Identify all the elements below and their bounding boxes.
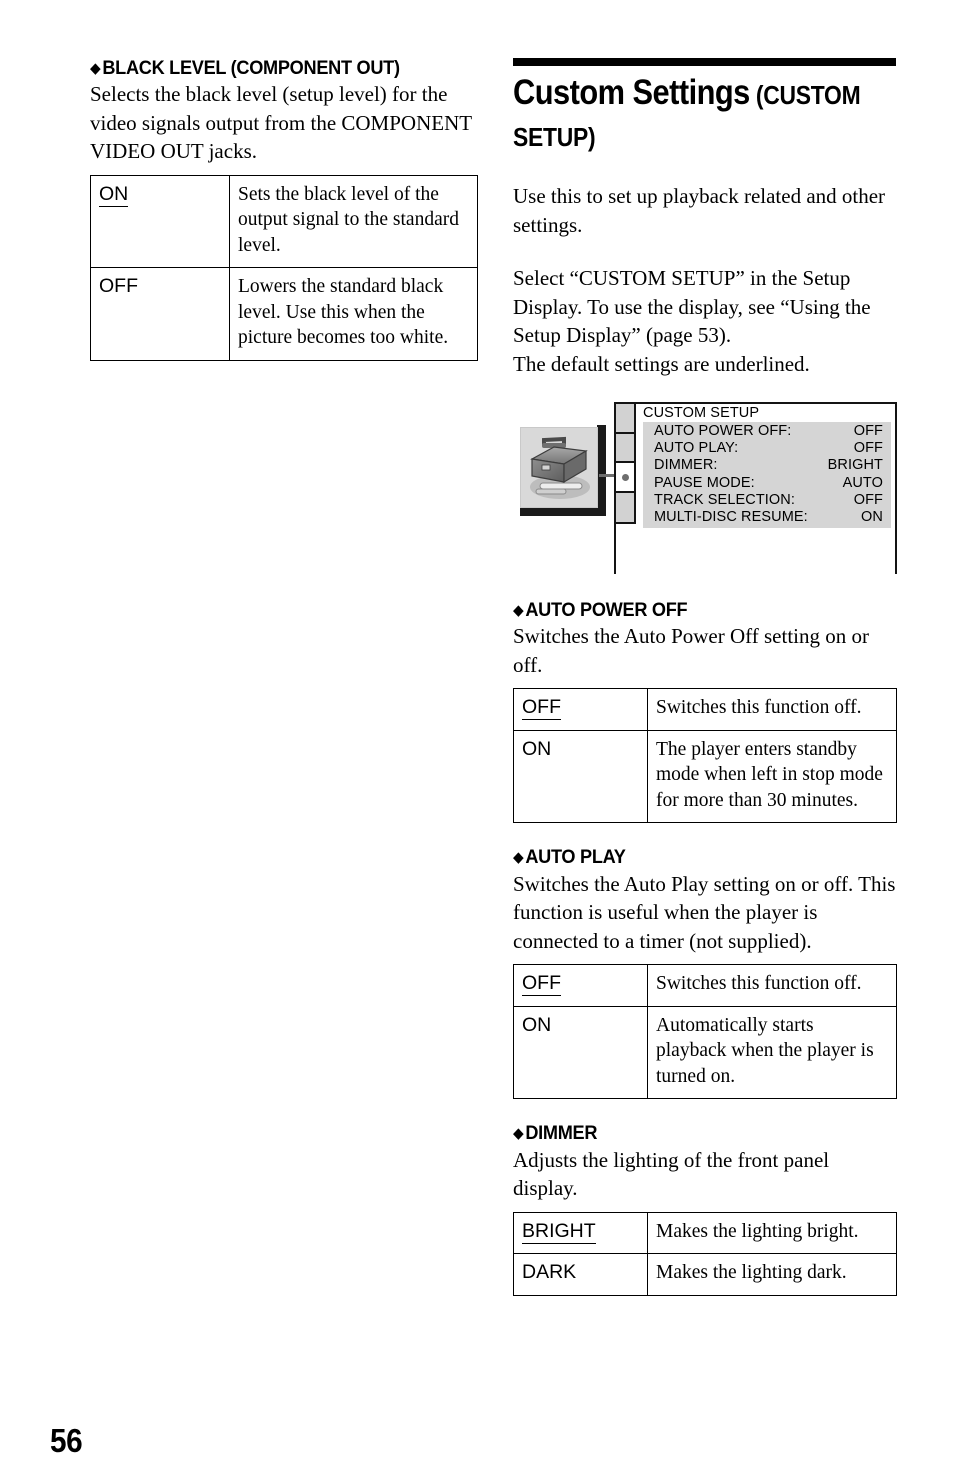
dimmer-options-table: BRIGHT Makes the lighting bright. DARK M…	[513, 1211, 897, 1296]
option-cell: BRIGHT	[513, 1211, 648, 1255]
option-cell: OFF	[513, 964, 648, 1007]
manual-page: ◆BLACK LEVEL (COMPONENT OUT) Selects the…	[0, 0, 954, 1483]
auto-play-options-table: OFF Switches this function off. ON Autom…	[513, 964, 897, 1100]
description-cell: Makes the lighting bright.	[647, 1211, 897, 1255]
setup-item-row[interactable]: DIMMER: BRIGHT	[643, 457, 891, 474]
section-description: Switches the Auto Power Off setting on o…	[513, 624, 869, 677]
table-row: ON The player enters standby mode when l…	[513, 729, 897, 824]
section-heading-auto-power-off: ◆AUTO POWER OFF	[513, 600, 870, 620]
diamond-bullet-icon: ◆	[513, 602, 524, 619]
section-heading-label: DIMMER	[525, 1122, 598, 1145]
setup-item-label: PAUSE MODE:	[654, 474, 755, 491]
option-label: OFF	[522, 972, 561, 997]
option-cell: OFF	[90, 267, 230, 361]
option-label: ON	[99, 182, 129, 207]
description-cell: Switches this function off.	[647, 688, 897, 731]
chapter-rule	[513, 58, 896, 66]
section-heading-label: BLACK LEVEL (COMPONENT OUT)	[102, 57, 400, 79]
icon-column-cell[interactable]	[616, 433, 634, 463]
setup-item-label: DIMMER:	[654, 457, 718, 474]
auto-power-off-options-table: OFF Switches this function off. ON The p…	[513, 688, 897, 824]
description-cell: Sets the black level of the output signa…	[229, 174, 478, 269]
option-label: ON	[522, 1013, 552, 1036]
diamond-bullet-icon: ◆	[513, 1125, 524, 1143]
table-row: ON Automatically starts playback when th…	[513, 1005, 897, 1100]
black-level-options-table: ON Sets the black level of the output si…	[90, 174, 478, 361]
icon-tile-shadow-bottom	[520, 507, 606, 516]
setup-item-row[interactable]: AUTO POWER OFF: OFF	[643, 423, 891, 440]
option-cell: ON	[513, 1005, 648, 1100]
section-description: Adjusts the lighting of the front panel …	[513, 1147, 830, 1201]
option-cell: OFF	[513, 688, 648, 731]
option-label: BRIGHT	[522, 1219, 596, 1244]
setup-display-illustration: CUSTOM SETUP AUTO POWER OFF: OFF AUTO PL…	[513, 398, 897, 576]
setup-item-value: ON	[861, 509, 883, 526]
option-label: ON	[522, 737, 552, 760]
intro-paragraph-1: Use this to set up playback related and …	[513, 184, 886, 237]
option-label: OFF	[522, 696, 561, 721]
description-cell: Switches this function off.	[647, 964, 897, 1007]
toolbox-icon	[530, 436, 590, 499]
option-label: DARK	[522, 1261, 577, 1284]
right-column: Custom Settings (CUSTOM SETUP) Use this …	[513, 58, 897, 1296]
setup-item-value: BRIGHT	[827, 457, 883, 474]
section-heading-black-level: ◆BLACK LEVEL (COMPONENT OUT)	[90, 58, 451, 78]
diamond-bullet-icon: ◆	[90, 60, 101, 77]
setup-display-item-list: AUTO POWER OFF: OFF AUTO PLAY: OFF DIMME…	[643, 422, 891, 529]
table-row: OFF Lowers the standard black level. Use…	[90, 267, 478, 361]
section-heading-dimmer: ◆DIMMER	[513, 1123, 870, 1143]
icon-column-cell[interactable]	[616, 492, 634, 522]
section-description: Switches the Auto Play setting on or off…	[513, 871, 896, 953]
setup-item-row[interactable]: PAUSE MODE: AUTO	[643, 475, 891, 492]
description-cell: Makes the lighting dark.	[647, 1253, 897, 1296]
setup-display-icon-column	[614, 402, 636, 524]
description-cell: Automatically starts playback when the p…	[647, 1005, 897, 1100]
description-cell: Lowers the standard black level. Use thi…	[229, 267, 478, 361]
left-column: ◆BLACK LEVEL (COMPONENT OUT) Selects the…	[90, 58, 478, 361]
section-auto-power-off: ◆AUTO POWER OFF Switches the Auto Power …	[513, 600, 897, 824]
setup-item-label: AUTO PLAY:	[654, 440, 739, 457]
setup-display-title: CUSTOM SETUP	[643, 405, 760, 421]
icon-column-cell-selected[interactable]	[616, 463, 634, 493]
page-number: 56	[50, 1422, 83, 1459]
section-heading-auto-play: ◆AUTO PLAY	[513, 847, 870, 867]
option-cell: ON	[513, 729, 648, 824]
black-level-description: Selects the black level (setup level) fo…	[90, 82, 472, 164]
page-title: Custom Settings (CUSTOM SETUP)	[513, 73, 897, 157]
icon-tile-shadow-right	[597, 425, 606, 511]
setup-item-value: OFF	[853, 491, 883, 508]
setup-item-value: OFF	[853, 440, 883, 457]
chapter-title-main: Custom Settings	[513, 73, 750, 112]
setup-item-value: OFF	[853, 423, 883, 439]
setup-item-row[interactable]: MULTI-DISC RESUME: ON	[643, 509, 891, 526]
setup-item-label: TRACK SELECTION:	[654, 491, 795, 508]
setup-item-label: AUTO POWER OFF:	[654, 423, 792, 439]
icon-column-cell[interactable]	[616, 404, 634, 434]
diamond-bullet-icon: ◆	[513, 849, 524, 867]
option-label: OFF	[99, 275, 138, 298]
table-row: DARK Makes the lighting dark.	[513, 1253, 897, 1296]
option-cell: ON	[90, 174, 230, 269]
setup-item-row[interactable]: TRACK SELECTION: OFF	[643, 492, 891, 509]
setup-item-row[interactable]: AUTO PLAY: OFF	[643, 440, 891, 457]
description-cell: The player enters standby mode when left…	[647, 729, 897, 824]
section-heading-label: AUTO POWER OFF	[525, 599, 688, 621]
table-row: OFF Switches this function off.	[513, 688, 897, 731]
section-dimmer: ◆DIMMER Adjusts the lighting of the fron…	[513, 1123, 897, 1296]
section-heading-label: AUTO PLAY	[525, 846, 626, 869]
table-row: ON Sets the black level of the output si…	[90, 174, 478, 269]
option-cell: DARK	[513, 1253, 648, 1296]
setup-item-value: AUTO	[842, 474, 883, 491]
intro-paragraph-3: The default settings are underlined.	[513, 351, 810, 376]
setup-item-label: MULTI-DISC RESUME:	[654, 509, 808, 526]
section-auto-play: ◆AUTO PLAY Switches the Auto Play settin…	[513, 847, 897, 1100]
intro-paragraph-2: Select “CUSTOM SETUP” in the Setup Displ…	[513, 266, 871, 347]
table-row: OFF Switches this function off.	[513, 964, 897, 1007]
table-row: BRIGHT Makes the lighting bright.	[513, 1211, 897, 1255]
